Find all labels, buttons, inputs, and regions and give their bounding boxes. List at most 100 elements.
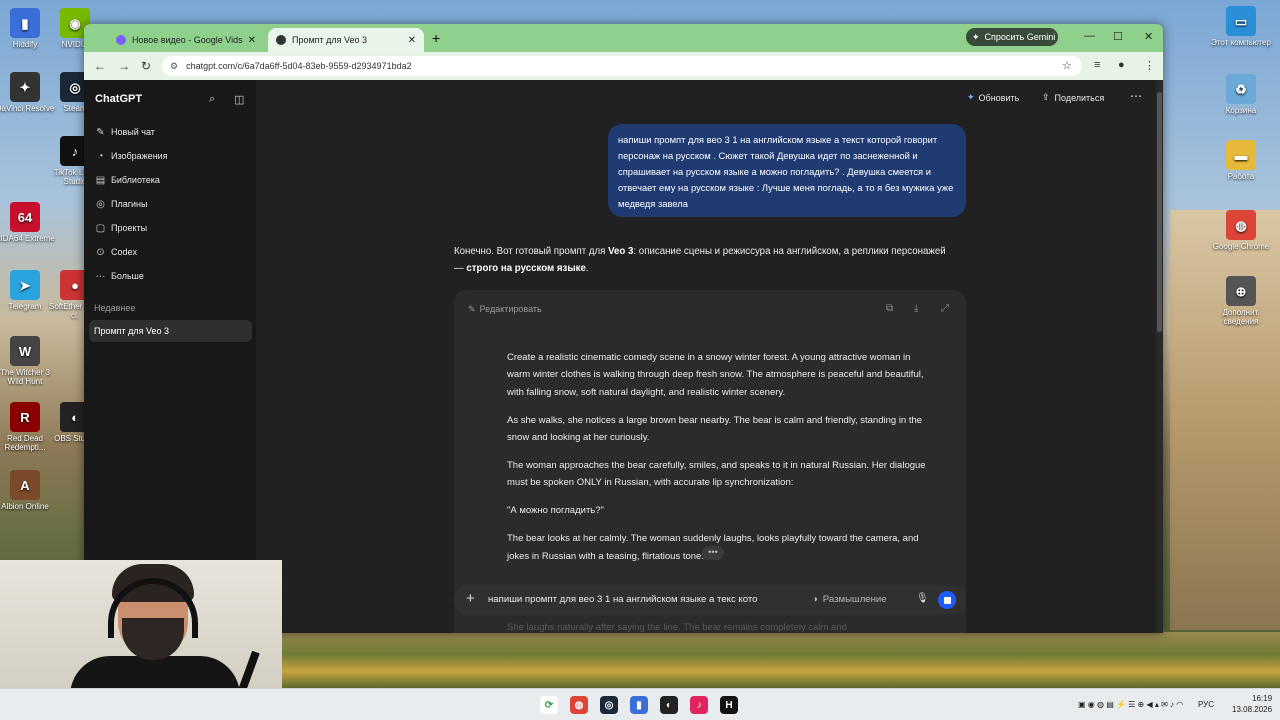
sidebar-item-3[interactable]: ◎ Плагины — [95, 195, 247, 213]
taskbar-chrome-icon[interactable]: ◍ — [570, 696, 588, 714]
sidebar-item-6[interactable]: ··· Больше — [95, 267, 247, 285]
chat-item-active[interactable]: Промпт для Veo 3 — [89, 320, 252, 342]
desktop-shortcut[interactable]: ▭ Этот компьютер — [1211, 6, 1271, 47]
witcher-icon: W — [10, 336, 40, 366]
app-title: ChatGPT — [95, 93, 143, 105]
clock[interactable]: 16:19 13.08.2026 — [1232, 693, 1272, 715]
desktop-shortcut[interactable]: ▬ Работа — [1211, 140, 1271, 181]
vids-favicon-icon — [116, 35, 126, 45]
sidebar-item-2[interactable]: ▤ Библиотека — [95, 171, 247, 189]
reply-bold: Veo 3 — [608, 246, 634, 257]
reading-list-icon[interactable]: ≡ — [1094, 59, 1100, 71]
desktop-shortcut-label: Google Chrome — [1212, 242, 1270, 251]
sidebar-item-4[interactable]: ▢ Проекты — [95, 219, 247, 237]
url-text: chatgpt.com/c/6a7da6ff-5d04-83eb-9559-d2… — [186, 61, 412, 71]
taskbar: ⟳ ◍ ◎ ▮ ◐ ♪ H ▣ ◉ ◍ ▤ ⚡ ☰ ⊕ ◀ ▴ ✉ ♪ ◠ РУ… — [0, 688, 1280, 720]
new-tab-button[interactable]: + — [432, 30, 440, 46]
sidebar-item-label: Новый чат — [111, 127, 155, 137]
desktop-shortcut[interactable]: A Albion Online — [0, 470, 55, 511]
expand-icon[interactable]: ⤢ — [941, 303, 949, 314]
taskbar-chart-icon[interactable]: ▮ — [630, 696, 648, 714]
tray-icons[interactable]: ▣ ◉ ◍ ▤ ⚡ ☰ ⊕ ◀ ▴ ✉ ♪ ◠ — [1078, 700, 1183, 709]
scrollbar-thumb[interactable] — [1157, 92, 1162, 332]
more-icon: ··· — [95, 270, 106, 282]
code-text: Create a realistic cinematic comedy scen… — [507, 349, 927, 576]
composer-input[interactable]: напиши промпт для вео 3 1 на английском … — [488, 594, 757, 605]
plugins-icon: ◎ — [96, 198, 105, 210]
recent-section-title: Недавнее — [94, 303, 136, 313]
bookmark-star-icon[interactable]: ☆ — [1062, 59, 1072, 72]
browser-menu-icon[interactable]: ⋮ — [1144, 59, 1155, 72]
thinking-label: Размышление — [822, 594, 887, 605]
taskbar-sync-icon[interactable]: ⟳ — [540, 696, 558, 714]
chrome-icon: ◍ — [1226, 210, 1256, 240]
input-language[interactable]: РУС — [1198, 700, 1214, 709]
ask-gemini-button[interactable]: ✦ Спросить Gemini — [966, 28, 1058, 46]
edit-label: Редактировать — [479, 304, 542, 314]
desktop-shortcut[interactable]: ♻ Корзина — [1211, 74, 1271, 115]
code-paragraph: The woman approaches the bear carefully,… — [507, 460, 926, 489]
minimize-icon[interactable]: — — [1084, 30, 1095, 42]
gemini-label: Спросить Gemini — [984, 32, 1056, 42]
sidebar-item-label: Изображения — [111, 151, 168, 161]
desktop-shortcut-label: Этот компьютер — [1211, 38, 1271, 47]
more-options-button[interactable]: ⋯ — [1130, 89, 1142, 103]
thinking-toggle[interactable]: ◑ Размышление — [812, 594, 887, 605]
close-tab-icon[interactable]: ✕ — [408, 35, 416, 46]
sidebar: ChatGPT ⌕ ◫ ✎ Новый чат ◔ Изображения ▤ Библи… — [84, 80, 256, 633]
sidebar-item-1[interactable]: ◔ Изображения — [95, 147, 247, 165]
clock-time: 16:19 — [1252, 694, 1273, 703]
download-icon[interactable]: ⤓ — [914, 303, 918, 314]
upgrade-button[interactable]: ✦ Обновить — [967, 92, 1019, 103]
add-attachment-icon[interactable]: + — [466, 590, 475, 607]
sidebar-item-label: Плагины — [111, 199, 148, 209]
sidebar-item-0[interactable]: ✎ Новый чат — [95, 123, 247, 141]
desktop-shortcut[interactable]: W The Witcher 3 Wild Hunt — [0, 336, 55, 386]
message-composer[interactable]: + напиши промпт для вео 3 1 на английско… — [454, 585, 966, 615]
assistant-reply: Конечно. Вот готовый промпт для Veo 3: о… — [454, 243, 954, 277]
taskbar-h-icon[interactable]: H — [720, 696, 738, 714]
wallpaper-cliff — [1170, 210, 1280, 630]
taskbar-tiktok-icon[interactable]: ♪ — [690, 696, 708, 714]
sidebar-item-5[interactable]: ⊙ Codex — [95, 243, 247, 261]
maximize-icon[interactable]: ☐ — [1113, 30, 1123, 43]
recycle-bin-icon: ♻ — [1226, 74, 1256, 104]
this-pc-icon: ▭ — [1226, 6, 1256, 36]
url-field[interactable]: ⚙ chatgpt.com/c/6a7da6ff-5d04-83eb-9559-… — [162, 56, 1082, 76]
albion-icon: A — [10, 470, 40, 500]
back-icon[interactable]: ← — [94, 59, 106, 73]
sparkle-icon: ✦ — [967, 92, 975, 102]
scrollbar[interactable] — [1156, 80, 1163, 633]
profile-avatar-icon[interactable]: ● — [1118, 59, 1125, 71]
microphone-icon[interactable]: 🎙 — [916, 593, 929, 604]
taskbar-obs-icon[interactable]: ◐ — [660, 696, 678, 714]
desktop-shortcut[interactable]: 64 AIDA64 Extreme — [0, 202, 55, 243]
tab-chatgpt[interactable]: Промпт для Veo 3 ✕ — [268, 28, 424, 52]
share-icon: ⇪ — [1042, 92, 1050, 102]
user-message: напиши промпт для вео 3 1 на английском … — [608, 124, 966, 217]
taskbar-steam-icon[interactable]: ◎ — [600, 696, 618, 714]
edit-button[interactable]: ✎ Редактировать — [468, 304, 542, 315]
copy-icon[interactable]: ⧉ — [886, 303, 893, 314]
projects-icon: ▢ — [95, 222, 106, 234]
reply-text: Конечно. Вот готовый промпт для — [454, 246, 609, 257]
davinci-icon: ✦ — [10, 72, 40, 102]
stop-generating-button[interactable] — [938, 591, 956, 609]
share-button[interactable]: ⇪ Поделиться — [1042, 92, 1104, 103]
desktop-shortcut[interactable]: ◍ Google Chrome — [1211, 210, 1271, 251]
desktop-shortcut-label: The Witcher 3 Wild Hunt — [0, 368, 50, 386]
browser-window: Новое видео - Google Vids ✕ Промпт для V… — [84, 24, 1163, 633]
reload-icon[interactable]: ↻ — [141, 59, 151, 73]
tab-google-vids[interactable]: Новое видео - Google Vids ✕ — [108, 28, 264, 52]
main-chat-area: ✦ Обновить ⇪ Поделиться ⋯ напиши промпт … — [256, 80, 1163, 633]
address-bar: ← → ↻ ⚙ chatgpt.com/c/6a7da6ff-5d04-83eb… — [84, 52, 1163, 80]
scroll-down-indicator[interactable]: ••• — [702, 546, 724, 560]
close-window-icon[interactable]: ✕ — [1144, 30, 1153, 43]
forward-icon[interactable]: → — [118, 59, 130, 73]
site-info-icon[interactable]: ⚙ — [170, 61, 178, 72]
desktop-shortcut[interactable]: ⊕ Дополнит. сведения — [1211, 276, 1271, 326]
hiddify-icon: ▮ — [10, 8, 40, 38]
close-tab-icon[interactable]: ✕ — [248, 35, 256, 46]
sidebar-toggle-icon[interactable]: ◫ — [234, 93, 244, 106]
search-icon[interactable]: ⌕ — [209, 93, 215, 106]
